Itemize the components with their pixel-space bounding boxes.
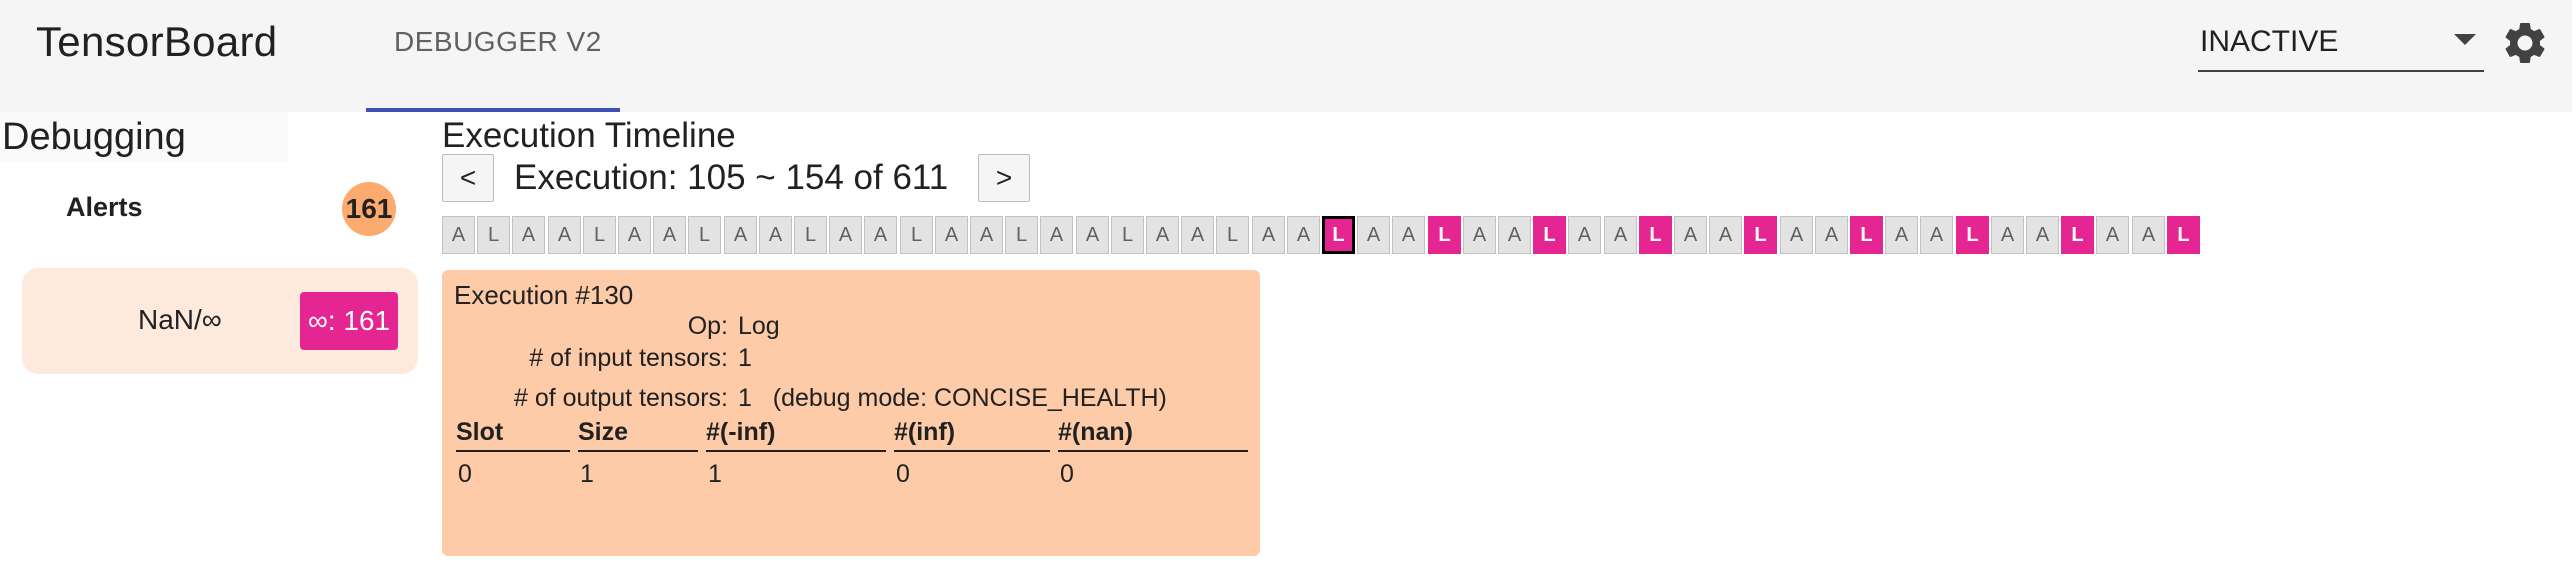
table-cell-slot: 0 [458,460,472,488]
status-dropdown-value: INACTIVE [2200,25,2339,58]
timeline-cell[interactable]: A [724,216,757,254]
timeline-cell[interactable]: A [829,216,862,254]
timeline-cell[interactable]: A [1815,216,1848,254]
timeline-cell[interactable]: L [1322,216,1355,254]
timeline-cell[interactable]: A [1568,216,1601,254]
timeline-cell[interactable]: L [688,216,721,254]
timeline-cell[interactable]: A [970,216,1003,254]
timeline-cell[interactable]: A [1076,216,1109,254]
timeline-cell[interactable]: A [618,216,651,254]
timeline-cell[interactable]: A [1392,216,1425,254]
timeline-cell[interactable]: A [1498,216,1531,254]
timeline-cell[interactable]: L [477,216,510,254]
timeline-cell[interactable]: A [548,216,581,254]
timeline-cell[interactable]: A [1709,216,1742,254]
timeline-cell[interactable]: A [1463,216,1496,254]
output-tensors-key: # of output tensors: [513,384,728,412]
next-page-button[interactable]: > [978,154,1030,202]
timeline-cell[interactable]: L [794,216,827,254]
previous-page-button[interactable]: < [442,154,494,202]
table-cell-nan: 0 [1060,460,1074,488]
table-header-neg-inf: #(-inf) [706,416,886,452]
timeline-cell[interactable]: A [2096,216,2129,254]
timeline-cell[interactable]: A [1357,216,1390,254]
execution-range: Execution: 105 ~ 154 of 611 [514,158,949,197]
timeline-cell[interactable]: A [1040,216,1073,254]
timeline-cell[interactable]: L [1111,216,1144,254]
timeline-cell[interactable]: L [1850,216,1883,254]
timeline-cell[interactable]: A [512,216,545,254]
timeline-cell[interactable]: L [1005,216,1038,254]
settings-icon[interactable] [2500,18,2550,68]
timeline-cell[interactable]: L [1639,216,1672,254]
timeline-cell[interactable]: A [2026,216,2059,254]
timeline-cell[interactable]: A [653,216,686,254]
timeline-cell[interactable]: L [1956,216,1989,254]
op-key: Op: [687,312,728,340]
caret-down-icon [2454,34,2476,45]
timeline-cell[interactable]: A [864,216,897,254]
app-title: TensorBoard [36,18,278,65]
timeline-cell[interactable]: A [1146,216,1179,254]
table-cell-neg-inf: 1 [708,460,722,488]
execution-heading: Execution #130 [454,280,634,310]
table-header-nan: #(nan) [1058,416,1248,452]
input-tensors-key: # of input tensors: [529,344,728,372]
timeline-cell[interactable]: A [1604,216,1637,254]
table-cell-inf: 0 [896,460,910,488]
op-value: Log [738,312,780,340]
table-header-slot: Slot [456,416,570,452]
alerts-count-badge: 161 [342,182,396,236]
alert-type-nan-inf[interactable]: NaN/∞ ∞: 161 [22,268,418,374]
status-dropdown[interactable]: INACTIVE [2198,16,2484,72]
timeline-cell[interactable]: L [2167,216,2200,254]
table-header-inf: #(inf) [894,416,1050,452]
timeline-cell[interactable]: L [583,216,616,254]
timeline-cell[interactable]: L [1428,216,1461,254]
timeline-cell[interactable]: A [759,216,792,254]
timeline-cell[interactable]: A [1991,216,2024,254]
timeline-cell[interactable]: A [1920,216,1953,254]
timeline-cell[interactable]: A [1181,216,1214,254]
timeline-cell[interactable]: A [2132,216,2165,254]
timeline-cell[interactable]: A [1674,216,1707,254]
tab-debugger-v2-label: DEBUGGER V2 [394,26,602,57]
timeline-cell[interactable]: L [1216,216,1249,254]
timeline-cell[interactable]: L [900,216,933,254]
timeline-cell[interactable]: A [935,216,968,254]
timeline-cell[interactable]: L [2061,216,2094,254]
execution-timeline-title: Execution Timeline [442,116,736,155]
timeline-cell[interactable]: A [442,216,475,254]
execution-detail-panel: Execution #130 Op: Log # of input tensor… [442,270,1260,556]
timeline-cell[interactable]: A [1885,216,1918,254]
alerts-sidebar: Debugging Alerts 161 NaN/∞ ∞: 161 [0,112,424,586]
alert-type-label: NaN/∞ [138,304,222,335]
timeline-cell[interactable]: A [1252,216,1285,254]
timeline-cell[interactable]: L [1533,216,1566,254]
timeline-cell[interactable]: A [1287,216,1320,254]
alert-type-count-badge: ∞: 161 [300,292,398,350]
tab-debugger-v2[interactable]: DEBUGGER V2 [366,0,620,112]
timeline-cell[interactable]: A [1780,216,1813,254]
input-tensors-value: 1 [738,344,752,372]
execution-timeline-strip: ALAALAALAALAALAALAALAALAALAALAALAALAALAA… [442,216,2202,256]
output-tensors-value: 1 (debug mode: CONCISE_HEALTH) [738,384,1167,412]
app-header: TensorBoard DEBUGGER V2 INACTIVE [0,0,2572,112]
alerts-label: Alerts [66,192,143,222]
table-header-size: Size [578,416,698,452]
sidebar-title: Debugging [0,112,288,162]
timeline-cell[interactable]: L [1744,216,1777,254]
table-cell-size: 1 [580,460,594,488]
